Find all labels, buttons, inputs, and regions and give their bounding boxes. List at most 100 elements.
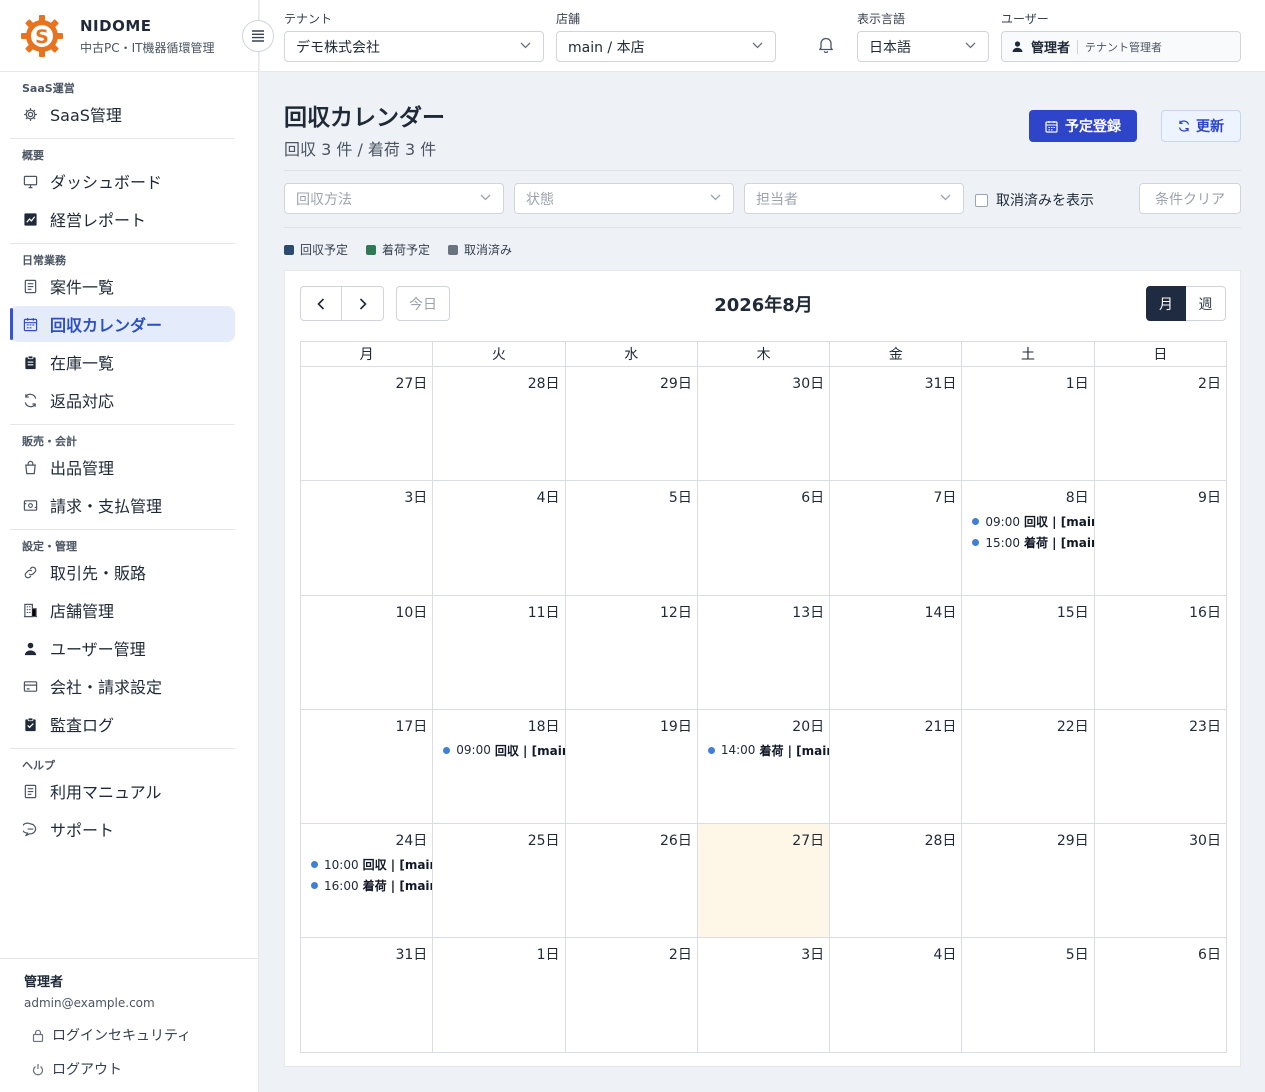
day-cell[interactable]: 4日 [433, 481, 566, 596]
store-select[interactable]: main / 本店 [556, 31, 776, 62]
day-cell[interactable]: 4日 [830, 938, 963, 1053]
day-number: 10日 [395, 604, 428, 621]
language-select[interactable]: 日本語 [857, 31, 989, 62]
notifications-button[interactable] [818, 36, 834, 57]
sidebar-item-chart[interactable]: 経営レポート [10, 201, 235, 237]
sidebar-item-label: SaaS管理 [50, 106, 122, 125]
nav-section-label: 概要 [22, 149, 44, 162]
day-cell[interactable]: 30日 [1094, 824, 1227, 939]
day-cell[interactable]: 5日 [565, 481, 698, 596]
day-cell[interactable]: 7日 [830, 481, 963, 596]
calendar-event[interactable]: 15:00 着荷 | [main] [972, 532, 1094, 553]
sidebar-item-clipboard[interactable]: 在庫一覧 [10, 344, 235, 380]
day-cell[interactable]: 2日 [1094, 367, 1227, 482]
register-schedule-label: 予定登録 [1065, 119, 1121, 135]
login-security-link[interactable]: ログインセキュリティ [24, 1026, 259, 1044]
day-cell[interactable]: 17日 [301, 709, 434, 825]
day-cell[interactable]: 6日 [1094, 938, 1227, 1053]
day-cell[interactable]: 25日 [433, 824, 566, 939]
gear-logo-icon: S [21, 15, 63, 57]
day-cell[interactable]: 26日 [565, 824, 698, 939]
day-cell[interactable]: 31日 [301, 938, 434, 1053]
day-cell[interactable]: 3日 [697, 938, 831, 1053]
method-filter[interactable]: 回収方法 [284, 183, 504, 214]
logout-link[interactable]: ログアウト [24, 1060, 259, 1078]
month-view-button[interactable]: 月 [1146, 286, 1186, 321]
sidebar-item-monitor[interactable]: ダッシュボード [10, 163, 235, 199]
refresh-button[interactable]: 更新 [1161, 110, 1241, 142]
sidebar-item-receipt[interactable]: 請求・支払管理 [10, 487, 235, 523]
calendar-event[interactable]: 09:00 回収 | [main [972, 511, 1094, 532]
day-cell[interactable]: 9日 [1094, 481, 1227, 596]
sidebar-item-gear[interactable]: SaaS管理 [10, 96, 235, 132]
status-filter[interactable]: 状態 [514, 183, 734, 214]
day-cell[interactable]: 19日 [565, 709, 698, 825]
tenant-select[interactable]: デモ株式会社 [284, 31, 544, 62]
day-cell[interactable]: 23日 [1094, 709, 1227, 825]
chevron-down-icon [940, 194, 951, 201]
day-cell-today[interactable]: 27日 [697, 824, 831, 939]
day-cell[interactable]: 1日 [962, 367, 1095, 482]
calendar-event[interactable]: 10:00回収 | [main] [311, 854, 432, 875]
day-number: 4日 [536, 490, 560, 507]
day-cell[interactable]: 28日 [433, 367, 566, 482]
legend-item: 回収予定 [284, 241, 348, 258]
event-dot [311, 882, 318, 890]
weekday-label: 木 [697, 342, 831, 367]
sidebar-toggle-button[interactable] [242, 20, 274, 52]
sidebar-item-link[interactable]: 取引先・販路 [10, 554, 235, 590]
event-list: 14:00着荷 | [main] [707, 740, 829, 761]
day-cell[interactable]: 13日 [697, 595, 831, 710]
day-cell[interactable]: 2日 [565, 938, 698, 1053]
calendar-event[interactable]: 16:00着荷 | [main] [311, 875, 432, 896]
day-cell[interactable]: 8日 09:00 回収 | [main 15:00 着荷 | [main] [962, 481, 1095, 596]
assignee-filter[interactable]: 担当者 [744, 183, 964, 214]
calendar-event[interactable]: 09:00 回収 | [main [443, 740, 565, 761]
day-cell[interactable]: 28日 [830, 824, 963, 939]
clear-filters-button[interactable]: 条件クリア [1139, 183, 1241, 214]
day-cell[interactable]: 22日 [962, 709, 1095, 825]
day-cell[interactable]: 21日 [830, 709, 963, 825]
sidebar-item-document[interactable]: 案件一覧 [10, 268, 235, 304]
day-cell[interactable]: 27日 [301, 367, 434, 482]
register-schedule-button[interactable]: 予定登録 [1029, 110, 1137, 142]
sidebar-item-refresh[interactable]: 返品対応 [10, 382, 235, 418]
day-number: 27日 [395, 376, 428, 392]
day-cell[interactable]: 10日 [301, 595, 434, 710]
sidebar-item-building[interactable]: 店舗管理 [10, 592, 235, 628]
user-menu-name: 管理者 [1031, 41, 1071, 56]
week-view-button[interactable]: 週 [1186, 286, 1226, 321]
sidebar-item-clipboard-check[interactable]: 監査ログ [10, 706, 235, 742]
day-cell[interactable]: 31日 [830, 367, 963, 482]
day-cell[interactable]: 11日 [433, 595, 566, 710]
sidebar-item-chat[interactable]: サポート [10, 811, 235, 847]
day-cell[interactable]: 20日 14:00着荷 | [main] [697, 709, 831, 825]
show-cancelled-label: 取消済みを表示 [996, 193, 1094, 209]
day-cell[interactable]: 14日 [830, 595, 963, 710]
day-cell[interactable]: 1日 [433, 938, 566, 1053]
day-cell[interactable]: 15日 [962, 595, 1095, 710]
day-cell[interactable]: 18日 09:00 回収 | [main [433, 709, 566, 825]
sidebar-item-bag[interactable]: 出品管理 [10, 449, 235, 485]
day-cell[interactable]: 24日10:00回収 | [main]16:00着荷 | [main] [301, 824, 434, 939]
day-cell[interactable]: 30日 [697, 367, 831, 482]
calendar-event[interactable]: 14:00着荷 | [main] [707, 740, 829, 761]
day-cell[interactable]: 29日 [962, 824, 1095, 939]
sidebar-item-card[interactable]: 会社・請求設定 [10, 668, 235, 704]
day-number: 4日 [933, 947, 957, 964]
sidebar-item-label: サポート [50, 821, 115, 840]
day-cell[interactable]: 3日 [301, 481, 434, 596]
day-cell[interactable]: 6日 [697, 481, 831, 596]
sidebar-item-user[interactable]: ユーザー管理 [10, 630, 235, 666]
day-number: 22日 [1056, 718, 1089, 735]
main-content: 回収カレンダー 回収 3 件 / 着荷 3 件 予定登録 更新 回収方法 状態 … [260, 72, 1265, 1092]
sidebar-item-document[interactable]: 利用マニュアル [10, 773, 235, 809]
user-menu[interactable]: 管理者 テナント管理者 [1001, 31, 1241, 62]
day-cell[interactable]: 12日 [565, 595, 698, 710]
day-cell[interactable]: 16日 [1094, 595, 1227, 710]
show-cancelled-checkbox[interactable] [975, 193, 988, 207]
show-cancelled-toggle[interactable]: 取消済みを表示 [975, 190, 1094, 210]
sidebar-item-calendar[interactable]: 回収カレンダー [10, 306, 235, 342]
day-cell[interactable]: 5日 [962, 938, 1095, 1053]
day-cell[interactable]: 29日 [565, 367, 698, 482]
